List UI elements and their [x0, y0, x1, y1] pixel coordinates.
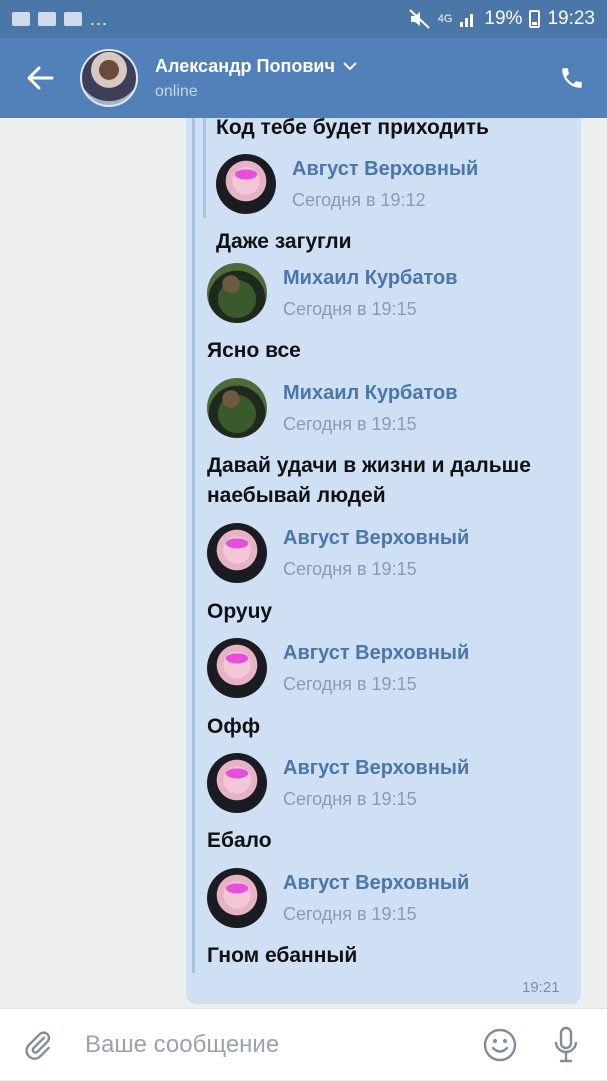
message-list[interactable]: Код тебе будет приходить Август Верховны…: [0, 118, 607, 1008]
more-notifications-icon: ...: [90, 8, 109, 29]
message-date: Сегодня в 19:15: [283, 903, 417, 924]
forwarded-author: Август Верховный Сегодня в 19:15: [207, 638, 469, 698]
message-text: Оруuу: [207, 600, 273, 623]
mute-icon: [409, 9, 430, 29]
notification-icons: ...: [12, 9, 108, 30]
forwarded-author: Август Верховный Сегодня в 19:15: [207, 868, 469, 928]
forwarded-author: Август Верховный Сегодня в 19:12: [216, 154, 478, 214]
attach-button[interactable]: [0, 1009, 76, 1081]
message-date: Сегодня в 19:15: [283, 788, 417, 809]
author-avatar[interactable]: [207, 753, 267, 813]
message-date: Сегодня в 19:15: [283, 673, 417, 694]
author-avatar[interactable]: [216, 154, 276, 214]
author-avatar[interactable]: [207, 263, 267, 323]
back-button[interactable]: [0, 38, 80, 118]
smile-icon: [483, 1028, 517, 1061]
contact-status: online: [155, 82, 198, 100]
message-date: Сегодня в 19:15: [283, 298, 417, 319]
forwarded-author: Август Верховный Сегодня в 19:15: [207, 753, 469, 813]
message-text: Офф: [207, 715, 261, 738]
author-name[interactable]: Август Верховный: [283, 642, 469, 665]
message-text: Даже загугли: [216, 230, 352, 253]
message-text: Ебало: [207, 829, 272, 852]
contact-avatar[interactable]: [80, 49, 138, 107]
call-button[interactable]: [537, 38, 607, 118]
message-date: Сегодня в 19:15: [283, 558, 417, 579]
forwarded-author: Михаил Курбатов Сегодня в 19:15: [207, 263, 458, 323]
author-name[interactable]: Август Верховный: [283, 527, 469, 550]
message-text: наебывай людей: [207, 484, 386, 507]
message-text: Гном ебанный: [207, 944, 358, 967]
signal-icon: [460, 14, 474, 27]
author-avatar[interactable]: [207, 638, 267, 698]
message-text: Давай удачи в жизни и дальше: [207, 454, 531, 477]
battery-icon: [529, 10, 541, 28]
clock: 19:23: [547, 8, 595, 29]
message-input[interactable]: [85, 1014, 467, 1075]
forwarded-line-nested: [203, 118, 206, 218]
message-time: 19:21: [522, 979, 560, 996]
contact-info[interactable]: Александр Попович online: [155, 56, 537, 101]
author-avatar[interactable]: [207, 523, 267, 583]
voice-message-button[interactable]: [533, 1009, 599, 1081]
gallery-icon: [12, 12, 30, 26]
battery-percent: 19%: [484, 8, 523, 29]
message-text: Код тебе будет приходить: [216, 118, 489, 139]
compose-bar: [0, 1008, 607, 1080]
forwarded-author: Август Верховный Сегодня в 19:15: [207, 523, 469, 583]
paperclip-icon: [25, 1030, 51, 1060]
status-bar: ... 4G 19% 19:23: [0, 0, 607, 38]
chevron-down-icon: [343, 61, 357, 70]
author-name[interactable]: Михаил Курбатов: [283, 267, 458, 290]
forwarded-line: [192, 118, 195, 973]
chat-header: Александр Попович online: [0, 38, 607, 118]
author-name[interactable]: Михаил Курбатов: [283, 382, 458, 405]
author-name[interactable]: Август Верховный: [283, 872, 469, 895]
author-name[interactable]: Август Верховный: [283, 757, 469, 780]
phone-icon: [562, 68, 582, 88]
forwarded-author: Михаил Курбатов Сегодня в 19:15: [207, 378, 458, 438]
message-date: Сегодня в 19:12: [292, 189, 426, 210]
microphone-icon: [554, 1026, 578, 1062]
youtube-icon: [64, 12, 82, 26]
arrow-left-icon: [27, 66, 54, 90]
author-name[interactable]: Август Верховный: [292, 158, 478, 181]
message-date: Сегодня в 19:15: [283, 413, 417, 434]
system-icons: 4G 19% 19:23: [409, 8, 595, 30]
author-avatar[interactable]: [207, 378, 267, 438]
message-text: Ясно все: [207, 339, 301, 362]
contact-name-row: Александр Попович: [155, 56, 537, 77]
author-avatar[interactable]: [207, 868, 267, 928]
contact-name: Александр Попович: [155, 55, 335, 76]
youtube-icon: [38, 12, 56, 26]
emoji-button[interactable]: [467, 1009, 533, 1081]
network-type: 4G: [437, 13, 453, 25]
